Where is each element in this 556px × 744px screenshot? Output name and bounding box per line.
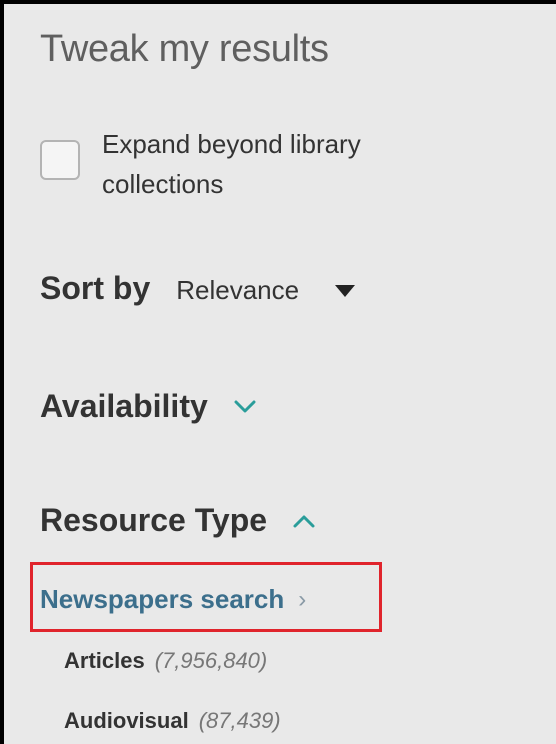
expand-checkbox[interactable]: [40, 140, 80, 180]
facet-item-count: (87,439): [198, 708, 281, 733]
sort-by-select[interactable]: Relevance: [176, 275, 356, 306]
facet-item-audiovisual[interactable]: Audiovisual (87,439): [64, 708, 281, 734]
availability-facet-header[interactable]: Availability: [40, 388, 258, 425]
availability-label[interactable]: Availability: [40, 388, 208, 425]
facet-item-name[interactable]: Articles: [64, 648, 145, 674]
facet-item-name[interactable]: Audiovisual: [64, 708, 189, 734]
newspapers-search-label[interactable]: Newspapers search: [40, 584, 284, 615]
sort-by-row: Sort by Relevance: [40, 270, 356, 307]
chevron-down-icon[interactable]: [232, 399, 258, 415]
expand-beyond-collections-option[interactable]: Expand beyond library collections: [40, 124, 422, 204]
chevron-up-icon[interactable]: [291, 513, 317, 529]
facet-item-count: (7,956,840): [154, 648, 268, 673]
triangle-down-icon[interactable]: [335, 284, 356, 297]
newspapers-search-link[interactable]: Newspapers search ›: [40, 584, 306, 615]
expand-checkbox-label[interactable]: Expand beyond library collections: [102, 124, 422, 204]
sort-by-selected-value[interactable]: Relevance: [176, 275, 299, 306]
sort-by-label: Sort by: [40, 270, 151, 306]
resource-type-facet-header[interactable]: Resource Type: [40, 502, 317, 539]
facet-item-articles[interactable]: Articles (7,956,840): [64, 648, 267, 674]
tweak-results-panel: Tweak my results Expand beyond library c…: [4, 4, 556, 744]
chevron-right-icon[interactable]: ›: [298, 586, 306, 614]
resource-type-label[interactable]: Resource Type: [40, 502, 267, 539]
panel-title: Tweak my results: [40, 28, 329, 70]
